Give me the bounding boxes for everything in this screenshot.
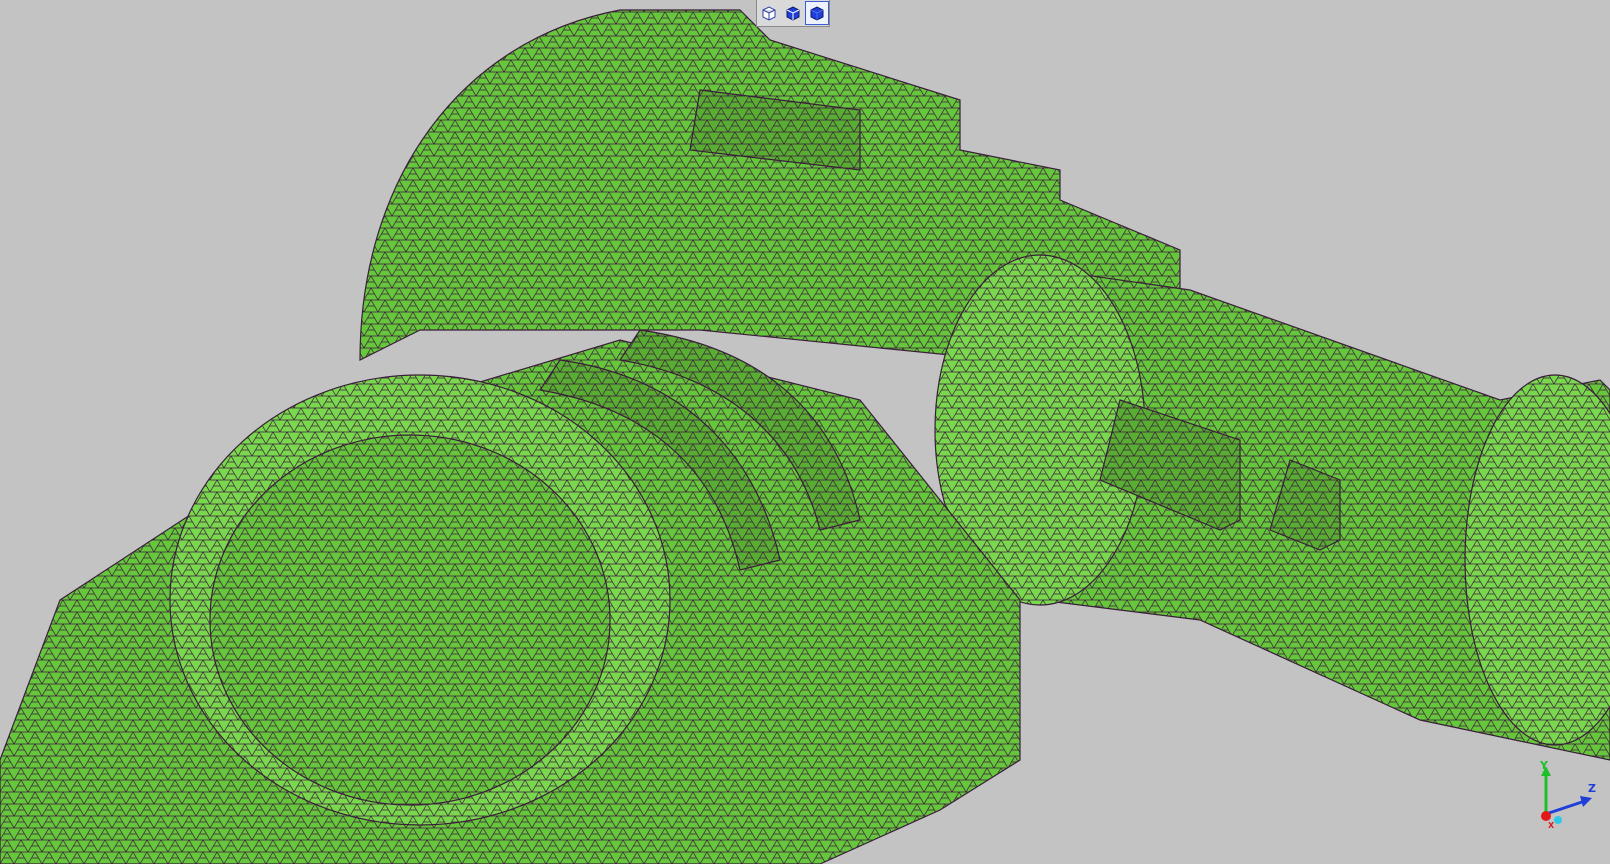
mesh-model[interactable] (0, 0, 1610, 864)
y-axis-label: Y (1539, 760, 1549, 772)
shaded-edges-cube-icon (786, 6, 800, 21)
shaded-view-button[interactable] (805, 1, 829, 25)
z-axis-label: Z (1588, 782, 1596, 795)
axis-triad: Y Z X (1539, 760, 1596, 830)
shaded-edges-view-button[interactable] (781, 1, 805, 25)
view-mode-toolbar (756, 0, 830, 27)
round-boss (169, 374, 671, 826)
x-axis-label: X (1548, 821, 1555, 830)
3d-viewport[interactable]: Y Z X (0, 0, 1610, 864)
wireframe-view-button[interactable] (757, 1, 781, 25)
wireframe-cube-icon (762, 6, 776, 21)
shaded-cube-icon (810, 6, 824, 21)
